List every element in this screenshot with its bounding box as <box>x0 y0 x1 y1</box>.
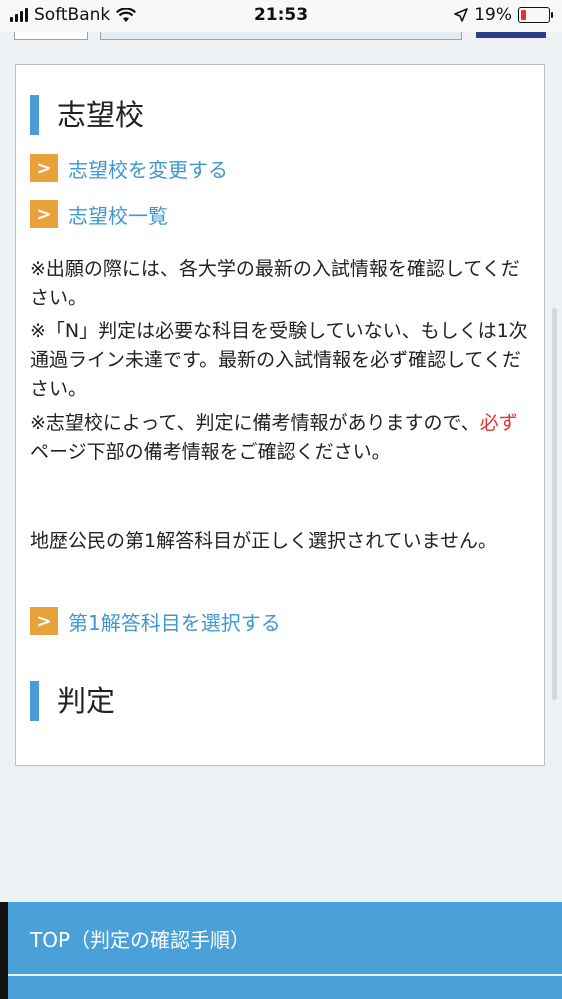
status-right: 19% <box>454 5 553 25</box>
cutoff-button[interactable] <box>14 32 88 40</box>
note-remarks-suffix: ページ下部の備考情報をご確認ください。 <box>30 441 391 463</box>
next-nav-button[interactable] <box>8 976 562 999</box>
change-school-label: 志望校を変更する <box>68 157 228 182</box>
note-remarks-emphasis: 必ず <box>479 412 517 434</box>
note-remarks: ※志望校によって、判定に備考情報がありますので、必ずページ下部の備考情報をご確認… <box>30 409 530 467</box>
change-school-link[interactable]: > 志望校を変更する <box>30 153 228 183</box>
note-remarks-prefix: ※志望校によって、判定に備考情報がありますので、 <box>30 412 480 434</box>
heading-school: 志望校 <box>30 95 144 135</box>
chevron-right-icon: > <box>30 200 58 228</box>
select-subject-label: 第1解答科目を選択する <box>68 610 281 635</box>
note-n-judgement: ※「N」判定は必要な科目を受験していない、もしくは1次通過ライン未達です。最新の… <box>30 320 528 400</box>
heading-judgement: 判定 <box>30 681 115 721</box>
cutoff-tab[interactable] <box>476 32 546 38</box>
top-cutoff-controls <box>0 32 562 40</box>
left-edge-rail <box>0 902 8 999</box>
page-scrollbar[interactable] <box>552 308 557 700</box>
chevron-right-icon: > <box>30 154 58 182</box>
school-card: 志望校 > 志望校を変更する > 志望校一覧 ※出願の際には、各大学の最新の入試… <box>15 64 545 766</box>
chevron-right-icon: > <box>30 607 58 635</box>
select-subject-link[interactable]: > 第1解答科目を選択する <box>30 606 281 636</box>
top-nav-label: TOP（判定の確認手順） <box>30 928 251 952</box>
note-entrance-info: ※出願の際には、各大学の最新の入試情報を確認してください。 <box>30 258 520 309</box>
school-list-label: 志望校一覧 <box>68 203 168 228</box>
top-nav-button[interactable]: TOP（判定の確認手順） <box>8 902 562 974</box>
status-bar: SoftBank 21:53 19% <box>0 0 562 32</box>
school-list-link[interactable]: > 志望校一覧 <box>30 199 168 229</box>
cutoff-banner[interactable] <box>100 32 462 40</box>
location-arrow-icon <box>454 8 469 22</box>
subject-warning: 地歴公民の第1解答科目が正しく選択されていません。 <box>30 530 497 552</box>
battery-icon <box>518 7 553 23</box>
battery-percent: 19% <box>474 5 512 25</box>
